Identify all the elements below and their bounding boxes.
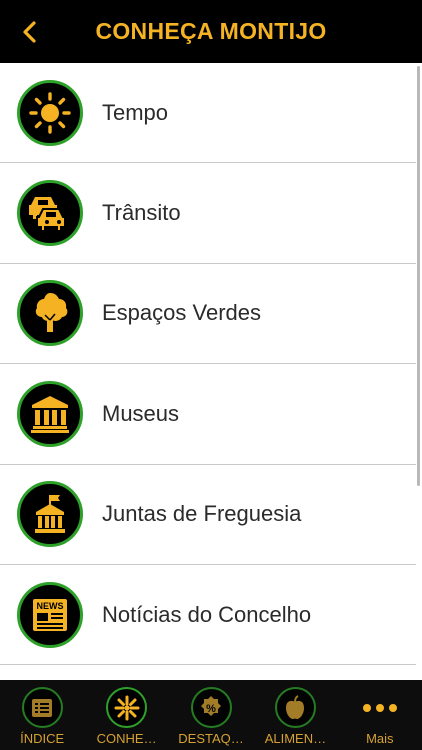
- chevron-left-icon: [23, 21, 36, 43]
- page-title: CONHEÇA MONTIJO: [95, 18, 327, 44]
- tab-label: CONHE…: [96, 731, 157, 746]
- tab-alimentacao[interactable]: ALIMEN…: [253, 680, 337, 750]
- item-label: Museus: [102, 400, 180, 426]
- list-item-partial[interactable]: [0, 665, 416, 680]
- discount-icon: %: [190, 687, 232, 728]
- tab-label: ÍNDICE: [20, 731, 65, 746]
- tab-mais[interactable]: Mais: [338, 680, 422, 750]
- museum-icon: [17, 380, 83, 447]
- list-item-espacos-verdes[interactable]: Espaços Verdes: [0, 263, 416, 365]
- header-bar: CONHEÇA MONTIJO: [0, 0, 422, 63]
- back-button[interactable]: [14, 16, 46, 48]
- svg-text:%: %: [206, 703, 216, 715]
- item-label: Tempo: [102, 99, 169, 125]
- list-item-noticias-do-concelho[interactable]: NEWS Notícias do Concelho: [0, 564, 416, 666]
- apple-icon: [274, 687, 316, 728]
- index-list-icon: [21, 687, 63, 728]
- tree-icon: [17, 280, 83, 347]
- tab-label: ALIMEN…: [264, 731, 327, 746]
- sun-icon: [17, 79, 83, 146]
- more-dots-icon: [362, 687, 397, 728]
- item-label: Trânsito: [102, 200, 181, 226]
- item-label: Notícias do Concelho: [102, 601, 312, 627]
- tab-destaques[interactable]: % DESTAQ…: [169, 680, 253, 750]
- svg-text:NEWS: NEWS: [37, 601, 64, 611]
- tab-label: DESTAQ…: [178, 731, 244, 746]
- flower-icon: [106, 687, 148, 728]
- news-icon: NEWS: [17, 581, 83, 648]
- list-item-museus[interactable]: Museus: [0, 364, 416, 465]
- tab-bar: ÍNDICE CONHE… % DESTAQ… ALIMEN… Mais: [0, 680, 422, 750]
- tab-indice[interactable]: ÍNDICE: [0, 680, 84, 750]
- list-item-tempo[interactable]: Tempo: [0, 63, 416, 164]
- tab-label: Mais: [366, 731, 394, 746]
- scrollbar[interactable]: [417, 66, 420, 486]
- menu-list[interactable]: Tempo Trânsito Espaços Verdes Museus Jun…: [0, 63, 416, 680]
- list-item-transito[interactable]: Trânsito: [0, 163, 416, 264]
- cars-icon: [17, 180, 83, 247]
- item-label: Juntas de Freguesia: [102, 501, 302, 527]
- list-item-juntas-de-freguesia[interactable]: Juntas de Freguesia: [0, 464, 416, 565]
- item-label: Espaços Verdes: [102, 300, 261, 326]
- tab-conheca[interactable]: CONHE…: [84, 680, 168, 750]
- town-hall-icon: [17, 481, 83, 548]
